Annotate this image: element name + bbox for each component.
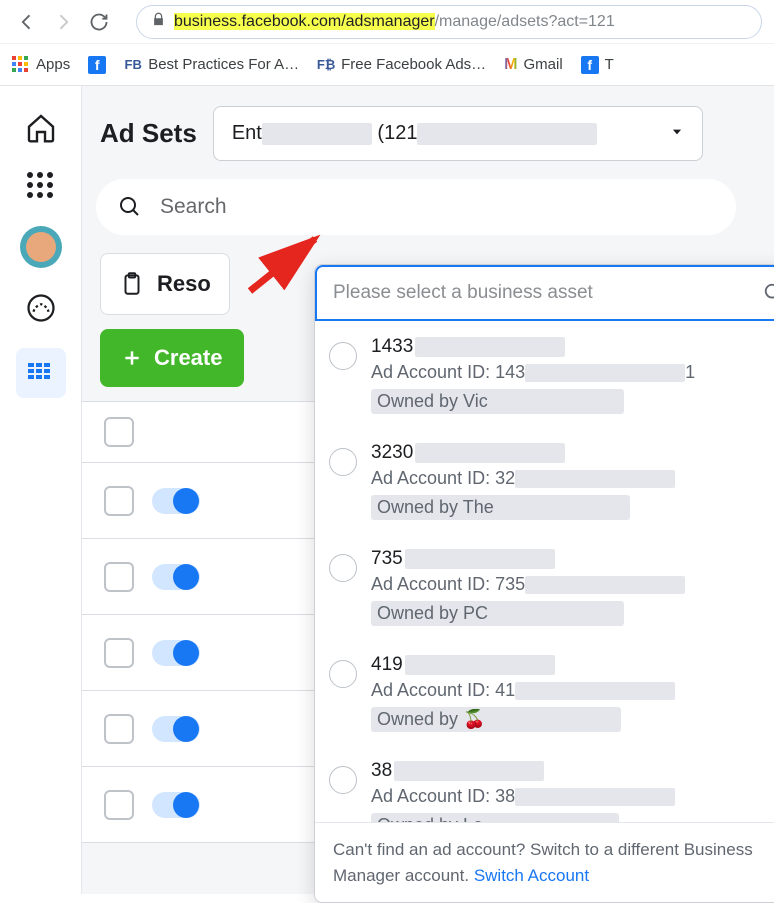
dropdown-item[interactable]: 1433 Ad Account ID: 1431 Owned by Vic	[315, 322, 774, 428]
row-checkbox[interactable]	[104, 714, 134, 744]
item-id: Ad Account ID: 735	[371, 574, 774, 595]
item-title: 1433	[371, 336, 774, 358]
clipboard-icon	[119, 271, 145, 297]
row-checkbox[interactable]	[104, 790, 134, 820]
forward-button[interactable]	[48, 7, 78, 37]
left-rail	[0, 86, 82, 894]
fb-initials-icon: FB	[124, 56, 142, 74]
account-selector[interactable]: Ent (121	[213, 106, 703, 161]
row-checkbox[interactable]	[104, 562, 134, 592]
plus-icon	[122, 348, 142, 368]
url-text: business.facebook.com/adsmanager/manage/…	[174, 13, 615, 31]
item-owner: Owned by 🍒	[371, 707, 621, 732]
bookmark-label: Free Facebook Ads…	[341, 56, 486, 73]
item-title: 38	[371, 760, 774, 782]
dropdown-list[interactable]: ▲ 1433 Ad Account ID: 1431 Owned by Vic …	[315, 322, 774, 822]
select-all-checkbox[interactable]	[104, 417, 134, 447]
create-button[interactable]: Create	[100, 329, 244, 387]
bookmark-free-ads[interactable]: F₿ Free Facebook Ads…	[317, 56, 486, 74]
apps-shortcut[interactable]: Apps	[12, 56, 70, 74]
item-id: Ad Account ID: 1431	[371, 362, 774, 383]
radio-icon[interactable]	[329, 342, 357, 370]
search-icon	[763, 282, 774, 304]
dropdown-search-input[interactable]	[333, 282, 763, 304]
item-owner: Owned by The	[371, 495, 630, 520]
row-toggle[interactable]	[152, 564, 200, 590]
row-toggle[interactable]	[152, 792, 200, 818]
address-bar[interactable]: business.facebook.com/adsmanager/manage/…	[136, 5, 762, 39]
page-title: Ad Sets	[100, 118, 197, 149]
home-icon[interactable]	[23, 110, 59, 146]
apps-label: Apps	[36, 56, 70, 73]
all-tools-icon[interactable]	[23, 168, 59, 204]
radio-icon[interactable]	[329, 554, 357, 582]
ads-manager-icon[interactable]	[16, 348, 66, 398]
item-title: 3230	[371, 442, 774, 464]
item-title: 419	[371, 654, 774, 676]
bookmark-t[interactable]: f T	[581, 56, 614, 74]
item-owner: Owned by PC	[371, 601, 624, 626]
search-icon	[118, 195, 142, 219]
dropdown-item[interactable]: 3230 Ad Account ID: 32 Owned by The	[315, 428, 774, 534]
gauge-icon[interactable]	[23, 290, 59, 326]
bookmark-label: T	[605, 56, 614, 73]
item-title: 735	[371, 548, 774, 570]
row-toggle[interactable]	[152, 716, 200, 742]
item-id: Ad Account ID: 38	[371, 786, 774, 807]
create-label: Create	[154, 345, 222, 371]
search-input[interactable]: Search	[96, 179, 736, 235]
account-name-prefix: Ent	[232, 122, 262, 144]
facebook-icon: f	[581, 56, 599, 74]
item-id: Ad Account ID: 32	[371, 468, 774, 489]
item-owner: Owned by Vic	[371, 389, 624, 414]
resource-label: Reso	[157, 271, 211, 297]
avatar[interactable]	[20, 226, 62, 268]
switch-account-link[interactable]: Switch Account	[474, 866, 589, 885]
dropdown-item[interactable]: 38 Ad Account ID: 38 Owned by Le	[315, 746, 774, 822]
main-content: Ad Sets Ent (121 Search Reso	[82, 86, 774, 894]
dropdown-item[interactable]: 735 Ad Account ID: 735 Owned by PC	[315, 534, 774, 640]
browser-nav-bar: business.facebook.com/adsmanager/manage/…	[0, 0, 774, 44]
resource-center-button[interactable]: Reso	[100, 253, 230, 315]
dropdown-item[interactable]: 419 Ad Account ID: 41 Owned by 🍒	[315, 640, 774, 746]
fb-crossed-icon: F₿	[317, 56, 335, 74]
dropdown-footer: Can't find an ad account? Switch to a di…	[315, 822, 774, 902]
row-checkbox[interactable]	[104, 486, 134, 516]
radio-icon[interactable]	[329, 448, 357, 476]
item-id: Ad Account ID: 41	[371, 680, 774, 701]
bookmark-gmail[interactable]: M Gmail	[504, 56, 563, 74]
chevron-down-icon	[670, 122, 684, 145]
row-toggle[interactable]	[152, 488, 200, 514]
item-owner: Owned by Le	[371, 813, 619, 822]
row-checkbox[interactable]	[104, 638, 134, 668]
reload-button[interactable]	[84, 7, 114, 37]
radio-icon[interactable]	[329, 766, 357, 794]
back-button[interactable]	[12, 7, 42, 37]
gmail-icon: M	[504, 56, 517, 74]
bookmarks-bar: Apps f FB Best Practices For A… F₿ Free …	[0, 44, 774, 86]
account-id-prefix: (121	[377, 122, 417, 144]
search-placeholder: Search	[160, 195, 227, 219]
radio-icon[interactable]	[329, 660, 357, 688]
bookmark-label: Best Practices For A…	[148, 56, 299, 73]
bookmark-label: Gmail	[524, 56, 563, 73]
bookmark-fb[interactable]: f	[88, 56, 106, 74]
dropdown-search[interactable]	[315, 265, 774, 321]
facebook-icon: f	[88, 56, 106, 74]
account-dropdown: ▲ 1433 Ad Account ID: 1431 Owned by Vic …	[314, 264, 774, 903]
row-toggle[interactable]	[152, 640, 200, 666]
lock-icon	[151, 12, 166, 32]
bookmark-best-practices[interactable]: FB Best Practices For A…	[124, 56, 299, 74]
apps-icon	[12, 56, 30, 74]
